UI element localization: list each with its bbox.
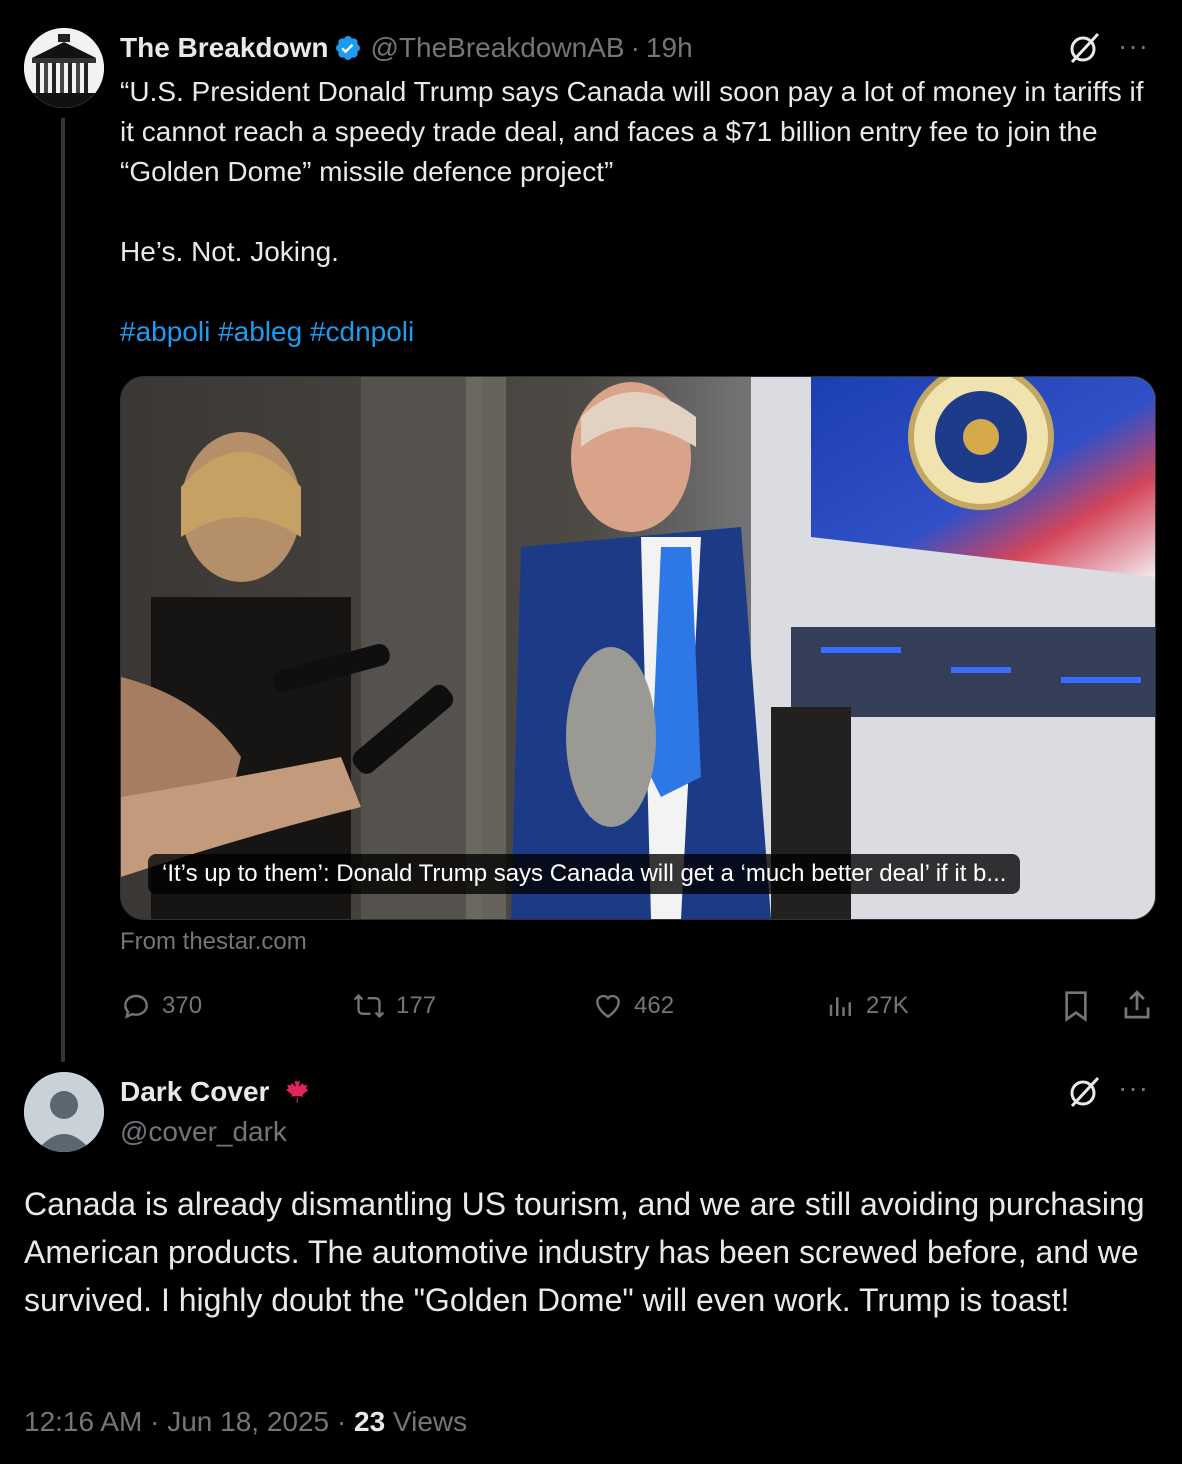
- reply-header: Dark Cover: [120, 1072, 313, 1112]
- tweet-text: “U.S. President Donald Trump says Canada…: [120, 76, 1152, 187]
- reply-date[interactable]: Jun 18, 2025: [167, 1406, 329, 1437]
- views-count: 27K: [866, 992, 909, 1019]
- building-icon: [24, 28, 104, 108]
- tweet-header: The Breakdown @TheBreakdownAB · 19h: [120, 30, 693, 66]
- reply-icon: [124, 994, 148, 1019]
- separator-dot: ·: [336, 1406, 347, 1437]
- more-icon[interactable]: ···: [1118, 1072, 1149, 1104]
- reply-text: Canada is already dismantling US tourism…: [24, 1186, 1145, 1318]
- reply-handle[interactable]: @cover_dark: [120, 1112, 287, 1152]
- grok-icon[interactable]: [1066, 30, 1102, 71]
- link-card[interactable]: [120, 376, 1156, 920]
- repost-button[interactable]: 177: [352, 986, 436, 1026]
- reply-time[interactable]: 12:16 AM: [24, 1406, 142, 1437]
- like-count: 462: [634, 992, 675, 1019]
- separator-dot: ·: [150, 1406, 160, 1437]
- tweet-time[interactable]: 19h: [646, 32, 693, 64]
- more-icon[interactable]: ···: [1118, 30, 1149, 62]
- reply-button[interactable]: 370: [120, 986, 202, 1026]
- bookmark-icon[interactable]: [1060, 988, 1092, 1029]
- heart-icon: [596, 994, 620, 1019]
- the-breakdown-avatar[interactable]: [24, 28, 104, 108]
- reply-count: 370: [162, 992, 203, 1019]
- views-icon: [829, 997, 851, 1016]
- maple-leaf-icon: [277, 1074, 313, 1110]
- like-button[interactable]: 462: [592, 986, 674, 1026]
- card-source[interactable]: From thestar.com: [120, 928, 307, 956]
- reply-views-count: 23: [354, 1406, 386, 1437]
- article-photo: [121, 377, 1155, 919]
- separator-dot: ·: [630, 32, 640, 63]
- dark-cover-avatar[interactable]: [24, 1072, 104, 1152]
- repost-icon: [353, 993, 385, 1019]
- reply-author-name[interactable]: Dark Cover: [120, 1076, 269, 1108]
- card-caption: ‘It’s up to them’: Donald Trump says Can…: [148, 854, 1021, 894]
- repost-count: 177: [396, 992, 437, 1019]
- tweet-text-line2: He’s. Not. Joking.: [120, 236, 339, 267]
- hashtags-link[interactable]: #abpoli #ableg #cdnpoli: [120, 312, 414, 352]
- views-button[interactable]: 27K: [826, 986, 909, 1026]
- author-handle[interactable]: @TheBreakdownAB: [370, 32, 624, 64]
- default-avatar-icon: [24, 1072, 104, 1152]
- author-name[interactable]: The Breakdown: [120, 32, 328, 64]
- verified-badge-icon: [334, 34, 362, 62]
- grok-icon[interactable]: [1066, 1074, 1102, 1115]
- share-icon[interactable]: [1120, 988, 1154, 1029]
- reply-meta: 12:16 AM · Jun 18, 2025 · 23 Views: [24, 1406, 467, 1438]
- thread-line: [61, 118, 65, 1062]
- reply-views-label: Views: [392, 1406, 468, 1437]
